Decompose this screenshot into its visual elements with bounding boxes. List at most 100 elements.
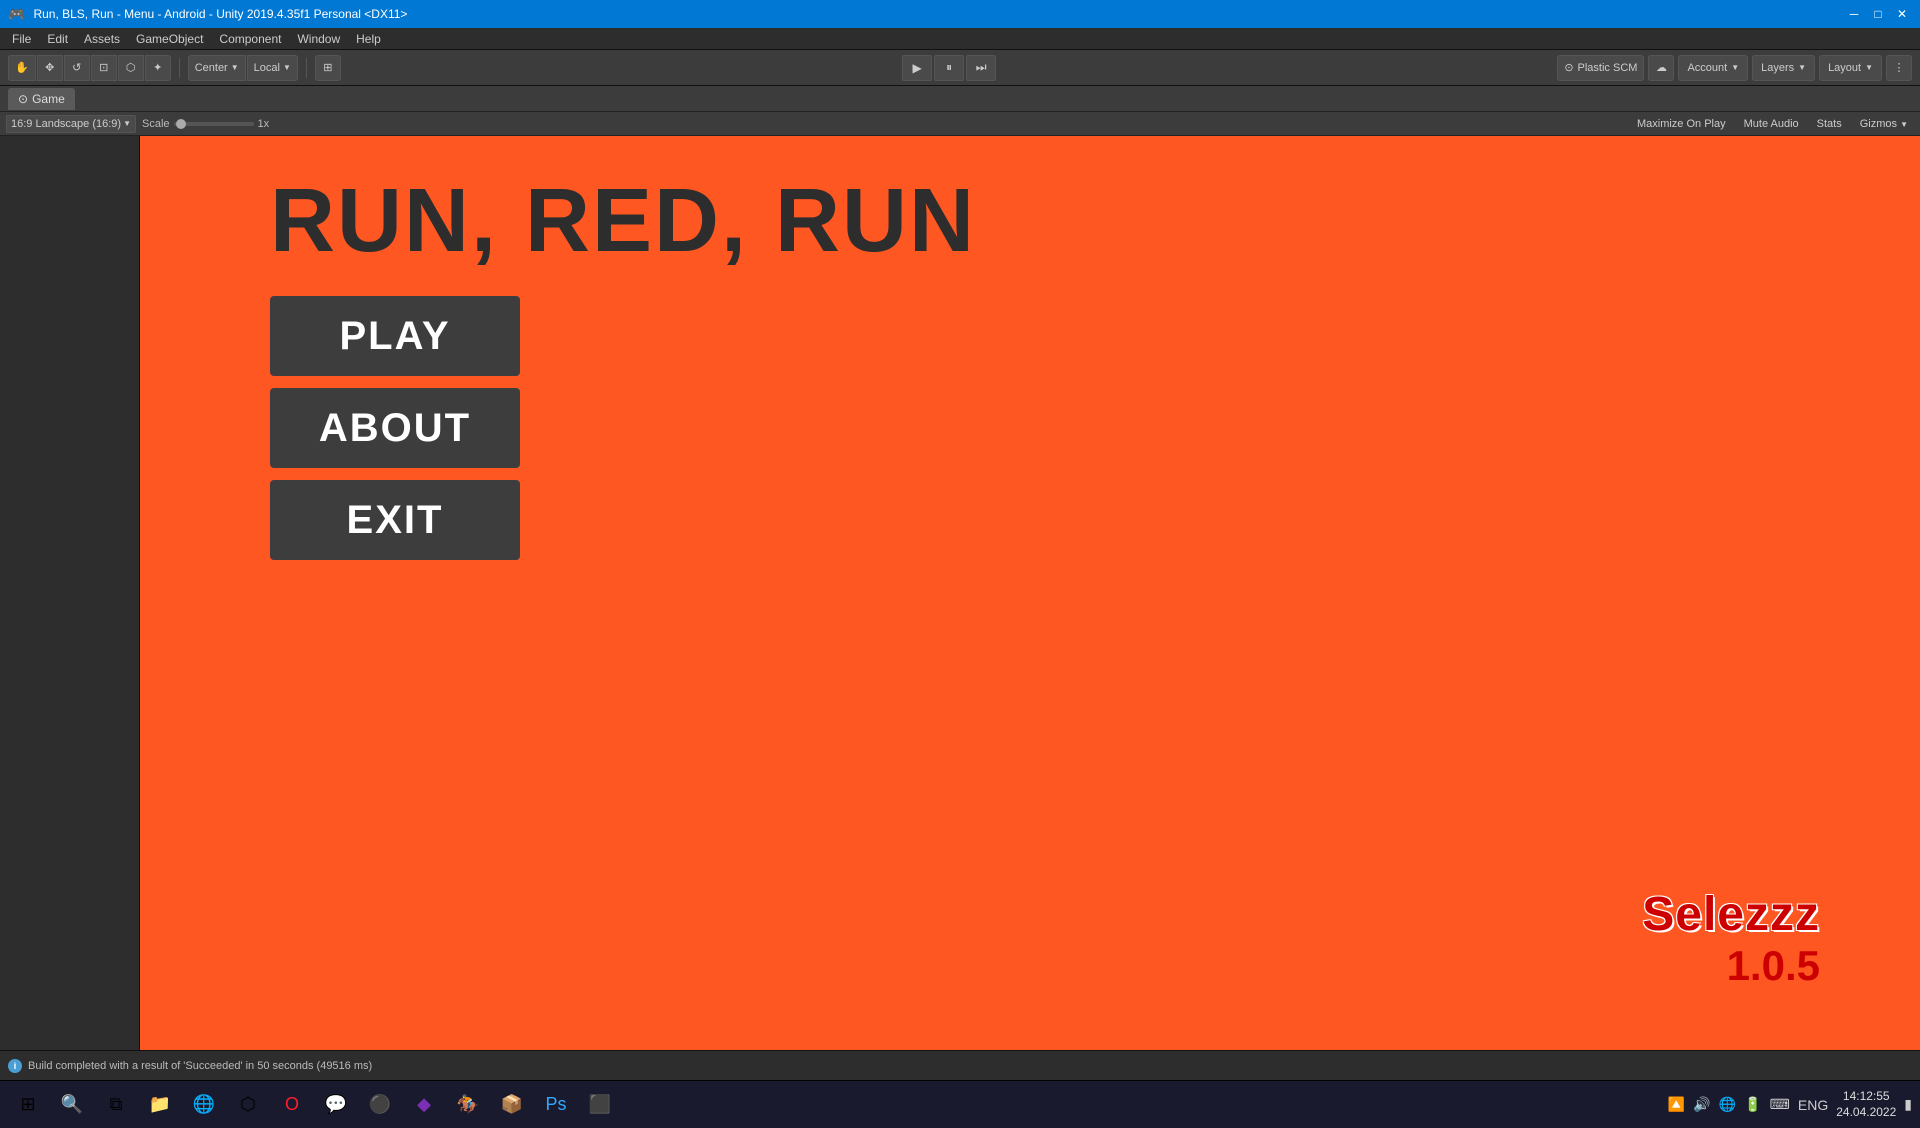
taskbar-messenger[interactable]: 💬 <box>316 1085 356 1125</box>
stats-button[interactable]: Stats <box>1811 115 1848 133</box>
menu-file[interactable]: File <box>4 30 39 48</box>
taskbar: ⊞ 🔍 ⧉ 📁 🌐 ⬡ O 💬 ⚫ ◆ 🏇 📦 Ps ⬛ 🔼 🔊 <box>0 1080 1920 1128</box>
close-button[interactable]: ✕ <box>1892 4 1912 24</box>
snap-button[interactable]: ⊞ <box>315 55 341 81</box>
maximize-button[interactable]: □ <box>1868 4 1888 24</box>
taskbar-opera[interactable]: O <box>272 1085 312 1125</box>
exit-game-label: EXIT <box>347 498 444 543</box>
game-tab[interactable]: ⊙ Game <box>8 88 75 110</box>
layers-chevron: ▼ <box>1798 63 1806 72</box>
taskbar-unity-hub[interactable]: ⚫ <box>360 1085 400 1125</box>
right-toolbar: ⊙ Plastic SCM ☁ Account ▼ Layers ▼ Layou… <box>1557 55 1912 81</box>
exit-game-button[interactable]: EXIT <box>270 480 520 560</box>
about-game-button[interactable]: ABOUT <box>270 388 520 468</box>
info-icon: i <box>8 1059 22 1073</box>
resolution-chevron: ▼ <box>123 119 131 128</box>
step-button[interactable]: ⏭ <box>966 55 996 81</box>
layout-chevron: ▼ <box>1865 63 1873 72</box>
brand-name: Selezzz <box>1642 887 1820 942</box>
explorer-icon: 📁 <box>149 1094 171 1115</box>
game-view-header: ⊙ Game <box>0 86 1920 112</box>
play-button[interactable]: ▶ <box>902 55 932 81</box>
scale-label: Scale <box>142 118 170 130</box>
taskbar-browser[interactable]: 🌐 <box>184 1085 224 1125</box>
app2-icon: ⬛ <box>589 1094 611 1115</box>
taskbar-ps[interactable]: Ps <box>536 1085 576 1125</box>
move-tool[interactable]: ✥ <box>37 55 63 81</box>
center-label: Center <box>195 62 228 74</box>
menu-window[interactable]: Window <box>289 30 348 48</box>
scale-thumb <box>176 119 186 129</box>
mute-audio-button[interactable]: Mute Audio <box>1738 115 1805 133</box>
layers-dropdown[interactable]: Layers ▼ <box>1752 55 1815 81</box>
maximize-on-play-button[interactable]: Maximize On Play <box>1631 115 1732 133</box>
game-title: RUN, RED, RUN <box>270 176 976 266</box>
taskbar-pkg[interactable]: 📦 <box>492 1085 532 1125</box>
taskview-icon: ⧉ <box>110 1094 123 1115</box>
app1-icon: ⬡ <box>240 1094 256 1115</box>
menu-edit[interactable]: Edit <box>39 30 76 48</box>
scale-tool[interactable]: ⊡ <box>91 55 117 81</box>
unity-icon: 🎮 <box>8 6 25 23</box>
game-tab-icon: ⊙ <box>18 92 28 106</box>
taskbar-search[interactable]: 🔍 <box>52 1085 92 1125</box>
clock-time: 14:12:55 <box>1836 1089 1896 1105</box>
language-indicator[interactable]: ENG <box>1798 1097 1828 1113</box>
taskbar-app1[interactable]: ⬡ <box>228 1085 268 1125</box>
game-tab-label: Game <box>32 92 65 106</box>
account-dropdown[interactable]: Account ▼ <box>1678 55 1748 81</box>
taskbar-taskview[interactable]: ⧉ <box>96 1085 136 1125</box>
play-game-button[interactable]: PLAY <box>270 296 520 376</box>
center-button[interactable]: Center ▼ <box>188 55 246 81</box>
taskbar-app2[interactable]: ⬛ <box>580 1085 620 1125</box>
more-options-button[interactable]: ⋮ <box>1886 55 1912 81</box>
rider-icon: 🏇 <box>457 1094 479 1115</box>
pause-button[interactable]: ⏸ <box>934 55 964 81</box>
scale-value: 1x <box>258 118 270 130</box>
tray-icon-2[interactable]: 🔊 <box>1693 1096 1710 1113</box>
menu-gameobject[interactable]: GameObject <box>128 30 211 48</box>
left-sidebar <box>0 136 140 1050</box>
taskbar-vs[interactable]: ◆ <box>404 1085 444 1125</box>
plastic-label: Plastic SCM <box>1578 62 1638 74</box>
play-game-label: PLAY <box>339 314 450 359</box>
game-canvas: RUN, RED, RUN PLAY ABOUT EXIT Selezzz 1.… <box>140 136 1920 1050</box>
menu-assets[interactable]: Assets <box>76 30 128 48</box>
tray-icon-5[interactable]: ⌨ <box>1770 1096 1790 1113</box>
gizmos-label: Gizmos <box>1860 118 1897 130</box>
main-area: RUN, RED, RUN PLAY ABOUT EXIT Selezzz 1.… <box>0 136 1920 1050</box>
taskbar-clock[interactable]: 14:12:55 24.04.2022 <box>1836 1089 1896 1120</box>
tray-icon-3[interactable]: 🌐 <box>1719 1096 1736 1113</box>
unity-hub-icon: ⚫ <box>369 1094 391 1115</box>
rect-tool[interactable]: ⬡ <box>118 55 144 81</box>
cloud-button[interactable]: ☁ <box>1648 55 1674 81</box>
hand-tool[interactable]: ✋ <box>8 55 36 81</box>
plastic-icon: ⊙ <box>1564 61 1573 74</box>
tray-icon-1[interactable]: 🔼 <box>1668 1096 1685 1113</box>
taskbar-rider[interactable]: 🏇 <box>448 1085 488 1125</box>
start-icon: ⊞ <box>20 1094 35 1115</box>
menu-component[interactable]: Component <box>211 30 289 48</box>
gizmos-chevron: ▼ <box>1900 120 1908 129</box>
menu-help[interactable]: Help <box>348 30 389 48</box>
separator-1 <box>179 58 180 78</box>
layout-dropdown[interactable]: Layout ▼ <box>1819 55 1882 81</box>
tray-icon-4[interactable]: 🔋 <box>1744 1096 1761 1113</box>
scale-slider[interactable] <box>174 122 254 126</box>
opera-icon: O <box>285 1094 299 1115</box>
layout-label: Layout <box>1828 62 1861 74</box>
plastic-scm-button[interactable]: ⊙ Plastic SCM <box>1557 55 1644 81</box>
space-chevron: ▼ <box>283 63 291 72</box>
resolution-dropdown[interactable]: 16:9 Landscape (16:9) ▼ <box>6 115 136 133</box>
gizmos-button[interactable]: Gizmos ▼ <box>1854 115 1914 133</box>
start-button[interactable]: ⊞ <box>8 1085 48 1125</box>
clock-date: 24.04.2022 <box>1836 1105 1896 1121</box>
minimize-button[interactable]: ─ <box>1844 4 1864 24</box>
local-button[interactable]: Local ▼ <box>247 55 298 81</box>
taskbar-explorer[interactable]: 📁 <box>140 1085 180 1125</box>
pivot-group: Center ▼ Local ▼ <box>188 55 298 81</box>
rotate-tool[interactable]: ↺ <box>64 55 90 81</box>
transform-tool[interactable]: ✦ <box>145 55 171 81</box>
show-desktop[interactable]: ▮ <box>1904 1096 1912 1113</box>
brand-version: 1.0.5 <box>1642 942 1820 990</box>
